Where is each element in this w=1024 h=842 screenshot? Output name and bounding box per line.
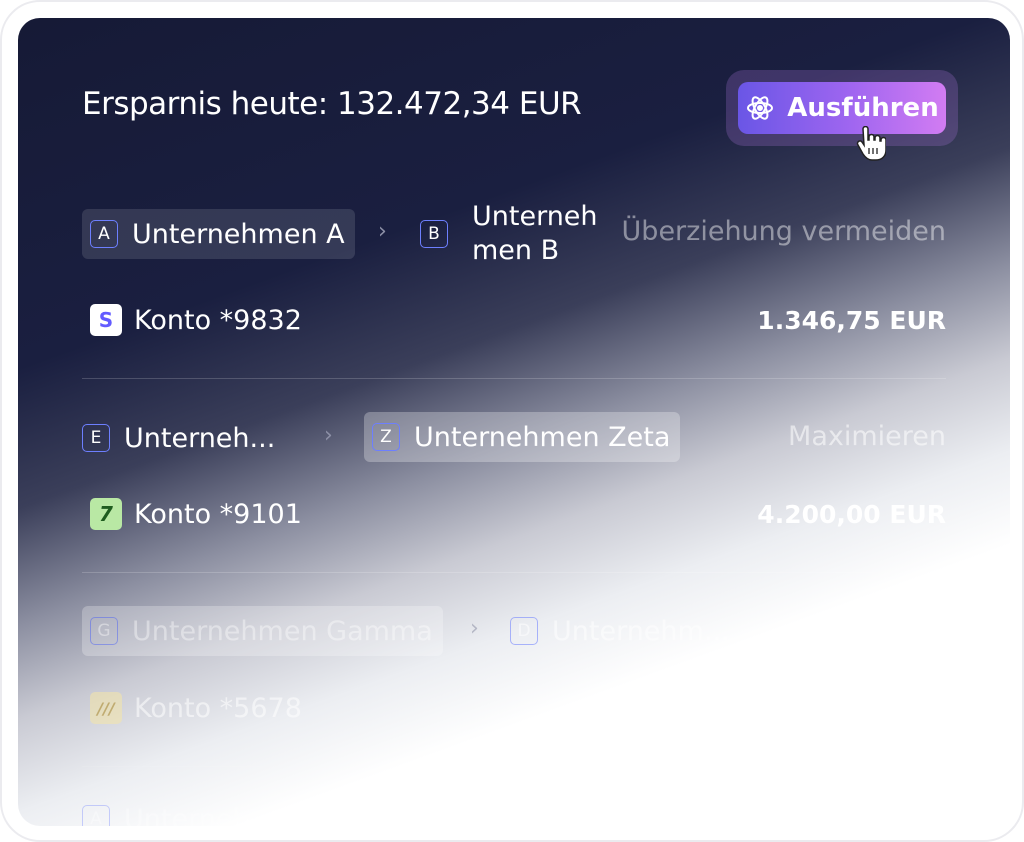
source-company-chip[interactable]: E Unterneh... [82, 413, 285, 463]
divider [82, 766, 946, 767]
source-company-name: Unterneh... [124, 422, 276, 454]
atom-icon [747, 96, 774, 120]
execute-button-label: Ausführen [787, 93, 939, 123]
target-company-name: Unternehmen Zeta [414, 421, 671, 453]
wise-icon: 7 [90, 498, 122, 530]
bank-stripes-icon: /// [90, 692, 122, 724]
source-company-chip[interactable]: G Unternehmen Gamma [82, 606, 443, 656]
chevron-right-icon: › [324, 423, 333, 448]
company-letter-badge: A [90, 220, 118, 248]
page-title: Ersparnis heute: 132.472,34 EUR [82, 86, 582, 122]
amount-value: 1.346,75 EUR [757, 306, 946, 335]
stripe-icon: S [90, 304, 122, 336]
target-company-chip[interactable]: D Unternehm... [502, 606, 740, 656]
target-company-name: Unternehm... [552, 615, 730, 647]
card-frame: Ersparnis heute: 132.472,34 EUR Ausführe… [0, 0, 1024, 842]
account-label: Konto *9832 [134, 304, 302, 336]
strategy-label: Überziehung vermeiden [621, 216, 946, 247]
target-company-name: Unterneh men B [472, 201, 598, 266]
strategy-label: Maxi [826, 616, 890, 647]
chevron-right-icon: › [378, 219, 387, 244]
savings-panel: Ersparnis heute: 132.472,34 EUR Ausführe… [18, 18, 1010, 826]
account-label: Konto *9101 [134, 498, 302, 530]
source-company-chip[interactable]: A Unternehmen A [82, 209, 355, 259]
amount-value: 4.200,00 EUR [757, 500, 946, 529]
company-letter-badge: E [82, 424, 110, 452]
company-letter-badge: D [510, 617, 538, 645]
divider [82, 378, 946, 379]
strategy-label: Maximieren [788, 421, 946, 452]
source-company-name: Unternehmen A [132, 218, 345, 250]
target-company-chip[interactable]: Z Unternehmen Zeta [364, 412, 681, 462]
company-letter-badge: A [82, 805, 110, 826]
company-letter-badge: G [90, 617, 118, 645]
account-label: Konto *5678 [134, 692, 302, 724]
company-letter-badge: Z [372, 423, 400, 451]
source-company-chip[interactable]: A Unterneh [82, 794, 260, 826]
execute-button[interactable]: Ausführen [738, 82, 946, 134]
hand-pointer-icon [856, 126, 886, 161]
account-item: /// Konto *5678 [90, 692, 302, 724]
account-item: S Konto *9832 [90, 304, 302, 336]
divider [82, 572, 946, 573]
source-company-name: Unterneh [124, 803, 250, 827]
company-letter-badge: B [420, 220, 448, 248]
target-company-chip[interactable]: B [412, 209, 462, 259]
chevron-right-icon: › [470, 616, 479, 641]
account-item: 7 Konto *9101 [90, 498, 302, 530]
source-company-name: Unternehmen Gamma [132, 615, 433, 647]
